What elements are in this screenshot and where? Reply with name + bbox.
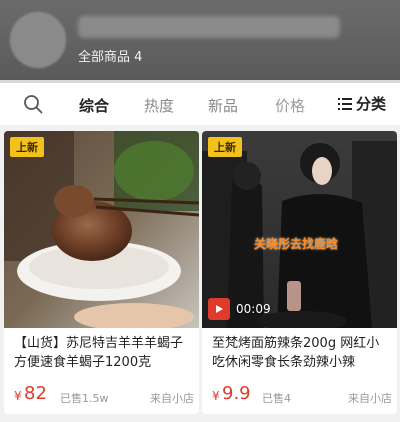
price-symbol: ¥ <box>14 389 22 403</box>
product-video-thumbnail[interactable]: 上新 关晓彤去找鹿晗 00:09 <box>202 131 397 328</box>
sold-count: 已售1.5w <box>60 392 109 405</box>
product-card[interactable]: 上新 【山货】苏尼特吉羊羊羊蝎子 方便速食羊蝎子1200克 ¥ 82 已售1.5… <box>4 131 199 414</box>
tab-fade <box>298 91 338 119</box>
price-row: ¥ 9.9 已售4 来自小店 <box>212 383 392 407</box>
shop-name-blurred <box>78 16 340 38</box>
new-badge: 上新 <box>208 137 242 157</box>
sort-tabs: 综合 热度 新品 价格 分类 <box>0 83 400 125</box>
shop-avatar[interactable] <box>10 12 66 68</box>
tab-popularity[interactable]: 热度 <box>144 95 174 116</box>
price-value: 9.9 <box>222 383 251 404</box>
new-badge: 上新 <box>10 137 44 157</box>
video-duration: 00:09 <box>236 302 271 316</box>
category-filter-button[interactable]: 分类 <box>338 93 386 114</box>
shop-header: 全部商品 4 <box>0 0 400 80</box>
price-row: ¥ 82 已售1.5w 来自小店 <box>14 383 194 407</box>
origin-label: 来自小店 <box>150 392 194 405</box>
origin-label: 来自小店 <box>348 392 392 405</box>
product-title[interactable]: 【山货】苏尼特吉羊羊羊蝎子 方便速食羊蝎子1200克 <box>14 334 194 372</box>
product-card[interactable]: 上新 关晓彤去找鹿晗 00:09 至梵烤面筋辣条200g 网红小吃休闲零食长条劲… <box>202 131 397 414</box>
video-duration-badge: 00:09 <box>208 298 271 320</box>
search-icon[interactable] <box>22 93 44 115</box>
price-symbol: ¥ <box>212 389 220 403</box>
product-image[interactable]: 上新 <box>4 131 199 328</box>
video-caption: 关晓彤去找鹿晗 <box>254 237 339 251</box>
play-icon[interactable] <box>208 298 230 320</box>
all-products-count: 全部商品 4 <box>78 50 143 65</box>
sold-count: 已售4 <box>262 392 291 405</box>
tab-comprehensive[interactable]: 综合 <box>79 95 109 116</box>
list-icon <box>338 97 352 110</box>
price-value: 82 <box>24 383 47 404</box>
product-title[interactable]: 至梵烤面筋辣条200g 网红小吃休闲零食长条劲辣小辣 <box>212 334 392 372</box>
category-filter-label: 分类 <box>356 95 387 113</box>
tab-new[interactable]: 新品 <box>208 95 238 116</box>
